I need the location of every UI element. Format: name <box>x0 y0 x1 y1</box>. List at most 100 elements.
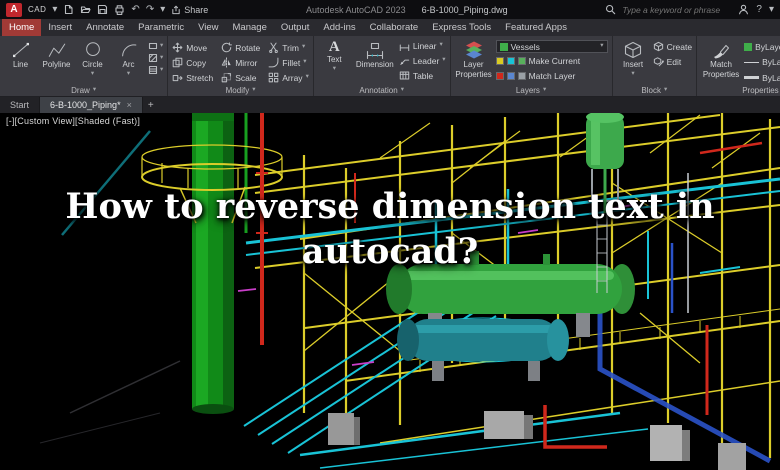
trim-button[interactable]: Trim▾ <box>268 40 309 55</box>
tab-express-tools[interactable]: Express Tools <box>425 19 498 36</box>
tab-output[interactable]: Output <box>274 19 317 36</box>
tab-home-label: Home <box>9 22 34 33</box>
file-tab-start[interactable]: Start <box>0 97 40 113</box>
make-current-button[interactable]: Make Current <box>529 56 581 66</box>
create-block-button[interactable]: Create <box>653 40 693 53</box>
insert-button[interactable]: Insert ▾ <box>617 38 650 84</box>
search-box[interactable] <box>605 4 732 16</box>
stretch-button[interactable]: Stretch <box>172 70 213 85</box>
layer-isolate-icon[interactable] <box>507 72 515 80</box>
tab-annotate[interactable]: Annotate <box>79 19 131 36</box>
tab-insert[interactable]: Insert <box>41 19 79 36</box>
drawing-viewport[interactable]: [-][Custom View][Shaded (Fast)] <box>0 113 780 470</box>
plot-button[interactable] <box>114 4 125 15</box>
object-color-dropdown[interactable]: ByLayer ▾ <box>744 40 780 54</box>
move-button[interactable]: Move <box>172 40 213 55</box>
tab-parametric[interactable]: Parametric <box>131 19 191 36</box>
undo-icon[interactable]: ↶ <box>131 5 139 15</box>
leader-button[interactable]: Leader▾ <box>399 54 446 67</box>
match-properties-button[interactable]: Match Properties <box>701 38 741 85</box>
tab-collaborate[interactable]: Collaborate <box>363 19 426 36</box>
share-button[interactable]: Share <box>171 5 208 15</box>
new-file-button[interactable] <box>63 4 74 15</box>
mirror-button[interactable]: Mirror <box>221 55 260 70</box>
gradient-button[interactable]: ▾ <box>148 65 163 75</box>
circle-button[interactable]: Circle ▾ <box>76 38 109 84</box>
open-file-button[interactable] <box>80 4 91 15</box>
app-title: Autodesk AutoCAD 2023 <box>306 5 406 15</box>
annotation-panel-label[interactable]: Annotation ▾ <box>314 84 450 96</box>
draw-panel-label[interactable]: Draw ▾ <box>0 84 167 96</box>
layer-properties-button[interactable]: Layer Properties <box>455 38 493 84</box>
file-tab-drawing[interactable]: 6-B-1000_Piping* × <box>40 97 143 113</box>
account-button[interactable] <box>738 4 749 15</box>
piping-3d-model[interactable] <box>0 113 780 470</box>
layer-dropdown-value: Vessels <box>511 42 598 52</box>
table-icon <box>399 70 410 81</box>
properties-panel-label[interactable]: Properties ▾ <box>697 85 780 97</box>
line-button[interactable]: Line <box>4 38 37 84</box>
create-block-icon <box>653 41 664 52</box>
titlebar-chevron-icon[interactable]: ▾ <box>769 5 774 15</box>
arc-dropdown-icon[interactable]: ▾ <box>127 71 130 78</box>
copy-button[interactable]: Copy <box>172 55 213 70</box>
layer-off-icon[interactable] <box>496 72 504 80</box>
circle-dropdown-icon[interactable]: ▾ <box>91 71 94 78</box>
rotate-button[interactable]: Rotate <box>221 40 260 55</box>
quick-access-toolbar: ↶ ↷ ▾ <box>63 4 165 15</box>
layer-state-icon[interactable] <box>496 57 504 65</box>
tab-manage[interactable]: Manage <box>226 19 274 36</box>
edit-block-button[interactable]: Edit <box>653 55 693 68</box>
dimension-button[interactable]: Dimension <box>354 38 396 84</box>
linear-button[interactable]: Linear▾ <box>399 39 446 52</box>
annotation-panel-chevron-icon: ▾ <box>401 87 404 94</box>
tab-addins[interactable]: Add-ins <box>316 19 362 36</box>
circle-icon <box>83 40 103 60</box>
layers-panel-chevron-icon: ▾ <box>543 87 546 94</box>
hatch-button[interactable]: ▾ <box>148 53 163 63</box>
help-icon[interactable]: ? <box>756 5 762 15</box>
save-button[interactable] <box>97 4 108 15</box>
redo-icon[interactable]: ↷ <box>146 5 154 15</box>
modify-panel-label[interactable]: Modify ▾ <box>168 85 313 96</box>
search-input[interactable] <box>620 4 732 16</box>
save-icon <box>97 4 108 15</box>
tab-view[interactable]: View <box>191 19 225 36</box>
layer-dropdown-chevron-icon: ▾ <box>600 43 603 50</box>
arc-button[interactable]: Arc ▾ <box>112 38 145 84</box>
tab-featured-apps[interactable]: Featured Apps <box>498 19 574 36</box>
text-tool-icon: A <box>329 40 340 55</box>
open-folder-icon <box>80 4 91 15</box>
layer-walk-icon[interactable] <box>518 72 526 80</box>
leader-icon <box>399 55 410 66</box>
new-tab-button[interactable]: + <box>143 97 159 113</box>
text-button[interactable]: A Text ▾ <box>318 38 351 84</box>
layer-freeze-icon[interactable] <box>507 57 515 65</box>
tab-home[interactable]: Home <box>2 19 41 36</box>
fillet-button[interactable]: Fillet▾ <box>268 55 309 70</box>
app-menu-chevron-icon[interactable]: ▾ <box>52 5 57 15</box>
logo-text: CAD <box>28 5 46 14</box>
viewport-controls[interactable]: [-][Custom View][Shaded (Fast)] <box>6 116 140 126</box>
rectangle-icon <box>148 41 158 51</box>
rectangle-button[interactable]: ▾ <box>148 41 163 51</box>
draw-panel: Line Polyline Circle ▾ Arc ▾ ▾ <box>0 36 168 96</box>
polyline-icon <box>47 40 67 60</box>
match-layer-button[interactable]: Match Layer <box>529 71 576 81</box>
trim-icon <box>268 42 279 53</box>
autocad-logo[interactable]: A <box>6 3 22 17</box>
table-button[interactable]: Table <box>399 69 446 82</box>
annotation-small-tools: Linear▾ Leader▾ Table <box>399 38 446 84</box>
layer-dropdown[interactable]: Vessels ▾ <box>496 40 608 53</box>
linetype-dropdown[interactable]: ByLayer ▾ <box>744 56 780 70</box>
array-button[interactable]: Array▾ <box>268 70 309 85</box>
quick-access-chevron-icon[interactable]: ▾ <box>160 5 165 15</box>
polyline-button[interactable]: Polyline <box>40 38 73 84</box>
close-tab-icon[interactable]: × <box>127 100 132 110</box>
layers-panel-label[interactable]: Layers ▾ <box>451 84 612 96</box>
layer-lock-icon[interactable] <box>518 57 526 65</box>
scale-button[interactable]: Scale <box>221 70 260 85</box>
block-panel-label[interactable]: Block ▾ <box>613 84 697 96</box>
titlebar-right-icons: ? ▾ <box>738 4 774 15</box>
lineweight-dropdown[interactable]: ByLayer ▾ <box>744 71 780 85</box>
